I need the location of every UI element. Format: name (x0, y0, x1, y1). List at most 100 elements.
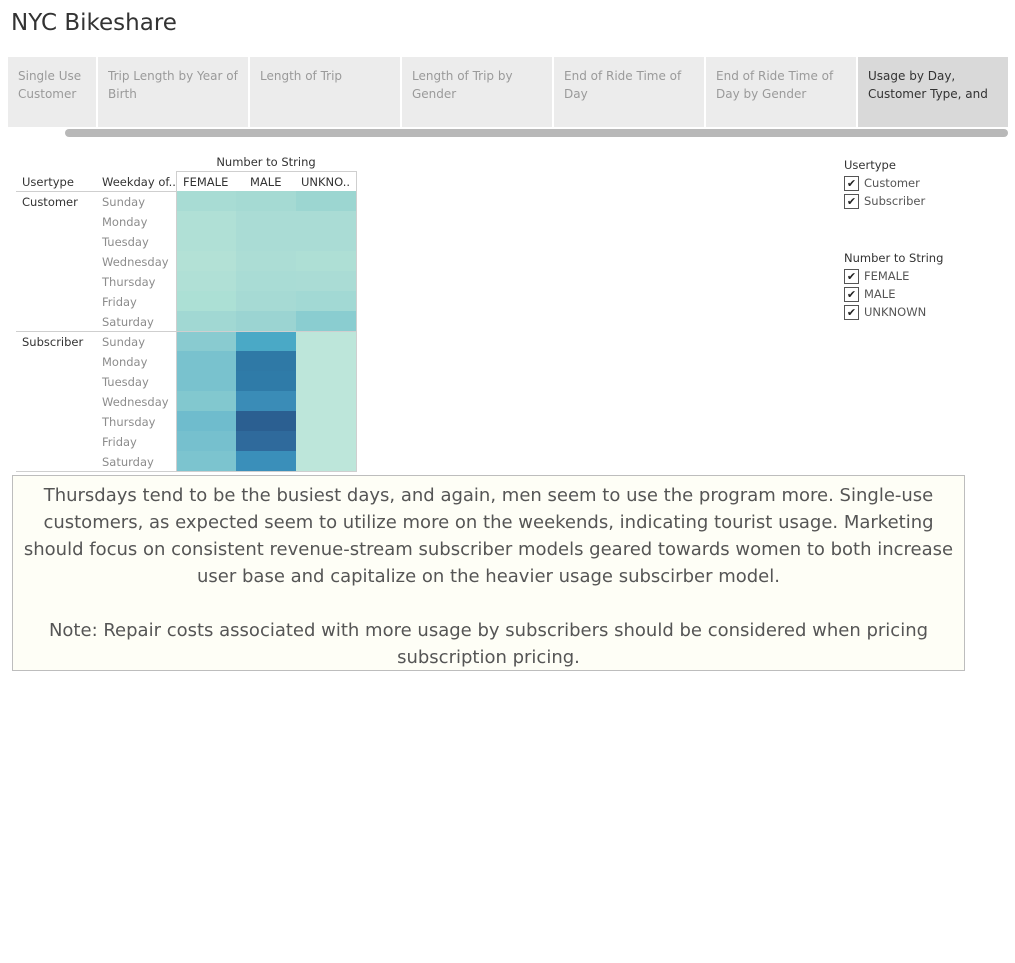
heatmap-cell-customer-male[interactable] (236, 291, 296, 311)
heatmap-cell-subscriber-female[interactable] (176, 411, 236, 431)
heatmap-cell-subscriber-male[interactable] (236, 331, 296, 351)
heatmap-cell-subscriber-female[interactable] (176, 391, 236, 411)
weekday-label: Saturday (102, 315, 154, 329)
heatmap-cell-subscriber-male[interactable] (236, 371, 296, 391)
column-header-female: FEMALE (183, 175, 229, 189)
weekday-label: Monday (102, 215, 148, 229)
heatmap-cell-subscriber-unknown[interactable] (296, 431, 356, 451)
heatmap-cell-subscriber-unknown[interactable] (296, 331, 356, 351)
annotation-note: Note: Repair costs associated with more … (48, 620, 929, 668)
filter-item-label: MALE (864, 287, 896, 301)
story-tab-bar: Single Use Customer vs.. Trip Length by … (8, 57, 1008, 127)
annotation-textbox: Thursdays tend to be the busiest days, a… (12, 475, 965, 671)
heatmap-cell-customer-female[interactable] (176, 211, 236, 231)
usertype-filter: Usertype ✔ Customer ✔ Subscriber (844, 158, 925, 210)
weekday-label: Monday (102, 355, 148, 369)
tab-label: Single Use Customer vs.. (18, 69, 82, 101)
heatmap-cell-subscriber-female[interactable] (176, 451, 236, 471)
heatmap-cell-subscriber-female[interactable] (176, 331, 236, 351)
heatmap-cell-subscriber-unknown[interactable] (296, 371, 356, 391)
tab-usage-by-day[interactable]: Usage by Day, Customer Type, and G.. (858, 57, 1008, 127)
checkbox-checked-icon[interactable]: ✔ (844, 175, 859, 191)
heatmap-cell-subscriber-unknown[interactable] (296, 391, 356, 411)
annotation-paragraph: Thursdays tend to be the busiest days, a… (23, 485, 954, 587)
tab-label: End of Ride Time of Day (564, 69, 682, 101)
filter-item-customer[interactable]: ✔ Customer (844, 174, 925, 192)
heatmap-cell-subscriber-unknown[interactable] (296, 351, 356, 371)
checkbox-checked-icon[interactable]: ✔ (844, 286, 859, 302)
heatmap-cell-customer-unknown[interactable] (296, 231, 356, 251)
gender-filter: Number to String ✔ FEMALE ✔ MALE ✔ UNKNO… (844, 251, 943, 321)
tab-label: Length of Trip (260, 69, 343, 83)
header-divider (16, 191, 176, 192)
tab-end-of-ride-time-by-gender[interactable]: End of Ride Time of Day by Gender (706, 57, 856, 127)
heatmap-cell-customer-male[interactable] (236, 211, 296, 231)
tab-label: End of Ride Time of Day by Gender (716, 69, 834, 101)
heatmap-cell-customer-female[interactable] (176, 191, 236, 211)
filter-item-label: Subscriber (864, 194, 926, 208)
filter-item-label: UNKNOWN (864, 305, 927, 319)
heatmap-cell-subscriber-female[interactable] (176, 431, 236, 451)
dashboard-title: NYC Bikeshare (11, 10, 177, 36)
heatmap-right-border (356, 171, 357, 471)
filter-item-subscriber[interactable]: ✔ Subscriber (844, 192, 925, 210)
weekday-label: Wednesday (102, 395, 169, 409)
heatmap-cell-customer-unknown[interactable] (296, 311, 356, 331)
filter-item-female[interactable]: ✔ FEMALE (844, 267, 943, 285)
column-group-title: Number to String (216, 155, 316, 169)
heatmap-cell-customer-female[interactable] (176, 231, 236, 251)
heatmap-cell-subscriber-male[interactable] (236, 391, 296, 411)
usertype-label-subscriber: Subscriber (22, 335, 84, 349)
heatmap-cell-customer-male[interactable] (236, 231, 296, 251)
heatmap-cell-customer-female[interactable] (176, 251, 236, 271)
filter-item-unknown[interactable]: ✔ UNKNOWN (844, 303, 943, 321)
weekday-label: Thursday (102, 275, 156, 289)
heatmap-cell-customer-male[interactable] (236, 271, 296, 291)
weekday-label: Saturday (102, 455, 154, 469)
checkbox-checked-icon[interactable]: ✔ (844, 193, 859, 209)
tab-label: Usage by Day, Customer Type, and G.. (868, 69, 988, 101)
tab-label: Length of Trip by Gender (412, 69, 513, 101)
heatmap-cell-customer-unknown[interactable] (296, 271, 356, 291)
checkbox-checked-icon[interactable]: ✔ (844, 304, 859, 320)
tab-bar-scrollbar[interactable] (65, 129, 1008, 137)
heatmap-cell-subscriber-male[interactable] (236, 451, 296, 471)
tab-length-of-trip[interactable]: Length of Trip (250, 57, 400, 127)
heatmap-cell-customer-unknown[interactable] (296, 291, 356, 311)
heatmap-cell-customer-male[interactable] (236, 251, 296, 271)
heatmap-cell-subscriber-male[interactable] (236, 411, 296, 431)
heatmap-cell-customer-unknown[interactable] (296, 191, 356, 211)
tab-end-of-ride-time-of-day[interactable]: End of Ride Time of Day (554, 57, 704, 127)
usertype-label-customer: Customer (22, 195, 78, 209)
heatmap-cell-subscriber-male[interactable] (236, 351, 296, 371)
weekday-label: Sunday (102, 335, 146, 349)
column-header-unknown: UNKNO.. (301, 175, 351, 189)
heatmap-cell-customer-male[interactable] (236, 191, 296, 211)
heatmap-cell-customer-female[interactable] (176, 271, 236, 291)
weekday-label: Thursday (102, 415, 156, 429)
weekday-label: Sunday (102, 195, 146, 209)
heatmap-cell-subscriber-female[interactable] (176, 351, 236, 371)
weekday-label: Friday (102, 435, 137, 449)
heatmap-cell-customer-female[interactable] (176, 311, 236, 331)
heatmap-cell-subscriber-male[interactable] (236, 431, 296, 451)
weekday-label: Wednesday (102, 255, 169, 269)
heatmap-cell-subscriber-unknown[interactable] (296, 411, 356, 431)
heatmap-cell-customer-female[interactable] (176, 291, 236, 311)
tab-length-of-trip-by-gender[interactable]: Length of Trip by Gender (402, 57, 552, 127)
weekday-label: Tuesday (102, 235, 149, 249)
tab-trip-length-by-year-of-birth[interactable]: Trip Length by Year of Birth (98, 57, 248, 127)
tab-label: Trip Length by Year of Birth (108, 69, 238, 101)
tab-single-use-customer[interactable]: Single Use Customer vs.. (8, 57, 96, 127)
heatmap-cell-customer-unknown[interactable] (296, 211, 356, 231)
filter-item-male[interactable]: ✔ MALE (844, 285, 943, 303)
gender-filter-title: Number to String (844, 251, 944, 265)
heatmap-cell-customer-unknown[interactable] (296, 251, 356, 271)
heatmap-cell-subscriber-unknown[interactable] (296, 451, 356, 471)
heatmap-cell-subscriber-female[interactable] (176, 371, 236, 391)
weekday-label: Friday (102, 295, 137, 309)
weekday-header: Weekday of.. (102, 175, 176, 189)
heatmap-cell-customer-male[interactable] (236, 311, 296, 331)
checkbox-checked-icon[interactable]: ✔ (844, 268, 859, 284)
